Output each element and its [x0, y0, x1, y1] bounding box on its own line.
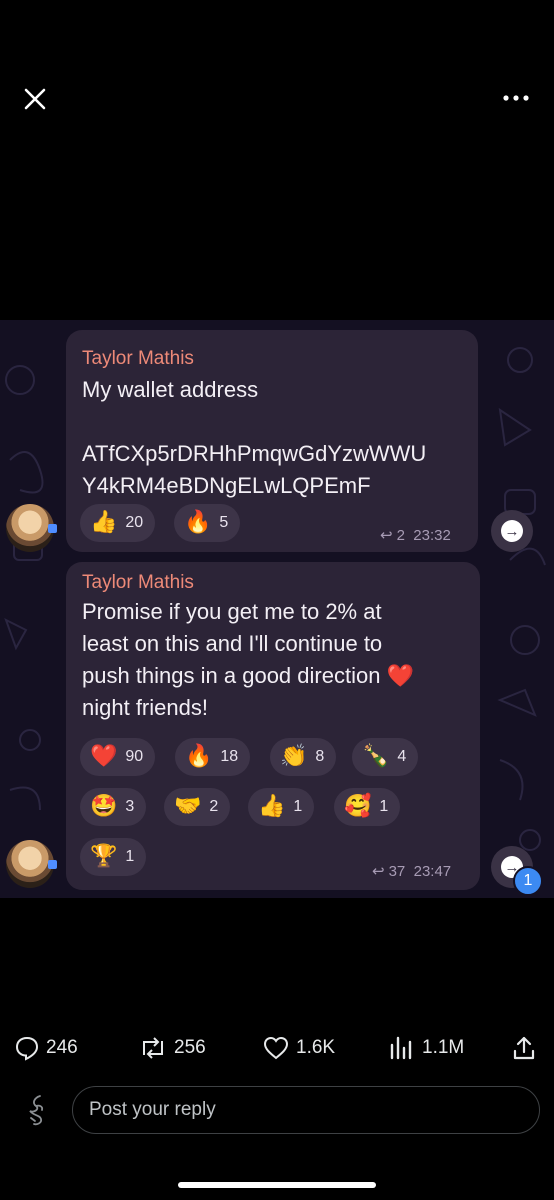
reaction-chip[interactable]: 🤩 3 [80, 788, 147, 826]
avatar[interactable] [6, 840, 54, 888]
reaction-count: 1 [293, 798, 303, 815]
handshake-icon: 🤝 [174, 794, 202, 819]
smiling-face-with-hearts-icon: 🥰 [344, 794, 372, 819]
reaction-count: 90 [125, 748, 144, 765]
message-text: My wallet address ATfCXp5rDRHhPmqwGdYzwW… [82, 377, 427, 498]
engagement-bar: 246 256 1.6K 1.1M [0, 1026, 554, 1070]
heart-icon: ❤️ [90, 744, 118, 769]
top-bar [0, 0, 554, 200]
views-button[interactable]: 1.1M [388, 1026, 464, 1070]
reaction-chip[interactable]: 🔥 5 [174, 504, 241, 542]
reply-count: 37 [388, 863, 406, 880]
reaction-chip[interactable]: 🔥 18 [175, 738, 251, 776]
profile-avatar-icon[interactable] [24, 1094, 52, 1128]
reaction-chip[interactable]: 🤝 2 [164, 788, 231, 826]
reply-arrow-icon: ↩ [372, 863, 385, 880]
forward-arrow-icon: → [501, 520, 523, 542]
thumbs-up-icon: 👍 [258, 794, 286, 819]
like-button[interactable]: 1.6K [262, 1026, 335, 1070]
reaction-count: 1 [379, 798, 389, 815]
reaction-chip[interactable]: 🏆 1 [80, 838, 147, 876]
reaction-count: 20 [125, 514, 144, 531]
reaction-count: 4 [397, 748, 407, 765]
reply-count: 2 [396, 527, 405, 544]
reply-count: 246 [46, 1037, 78, 1058]
reaction-count: 18 [220, 748, 239, 765]
reaction-chip[interactable]: ❤️ 90 [80, 738, 156, 776]
verified-badge [48, 524, 57, 533]
message-text: Promise if you get me to 2% at least on … [82, 599, 414, 720]
trophy-icon: 🏆 [90, 844, 118, 869]
verified-badge [48, 860, 57, 869]
close-button[interactable] [22, 86, 48, 112]
message-time: 23:32 [413, 527, 451, 544]
repost-button[interactable]: 256 [138, 1026, 206, 1070]
reaction-chip[interactable]: 🍾 4 [352, 738, 419, 776]
message-meta: ↩ 2 23:32 [380, 526, 451, 544]
more-horizontal-icon [503, 95, 529, 101]
repost-icon [143, 1037, 163, 1059]
reply-button[interactable]: 246 [14, 1026, 78, 1070]
thumbs-up-icon: 👍 [90, 510, 118, 535]
champagne-icon: 🍾 [362, 744, 390, 769]
comment-icon [15, 1036, 39, 1061]
reaction-chip[interactable]: 👍 20 [80, 504, 156, 542]
like-count: 1.6K [296, 1037, 336, 1058]
clapping-hands-icon: 👏 [280, 744, 308, 769]
fire-icon: 🔥 [184, 510, 212, 535]
reaction-chip[interactable]: 🥰 1 [334, 788, 401, 826]
message-bubble: Taylor Mathis Promise if you get me to 2… [66, 562, 480, 890]
analytics-icon [390, 1036, 412, 1060]
unread-badge[interactable]: 1 [513, 866, 543, 896]
heart-icon [263, 1036, 289, 1060]
share-icon [513, 1036, 535, 1060]
reaction-count: 3 [125, 798, 135, 815]
reaction-count: 5 [219, 514, 229, 531]
close-icon [24, 88, 46, 110]
reaction-count: 2 [209, 798, 219, 815]
fire-icon: 🔥 [185, 744, 213, 769]
reply-input[interactable] [72, 1086, 540, 1134]
star-struck-icon: 🤩 [90, 794, 118, 819]
message-meta: ↩ 37 23:47 [372, 862, 451, 880]
sender-name: Taylor Mathis [82, 572, 194, 593]
reaction-chip[interactable]: 👏 8 [270, 738, 337, 776]
more-options-button[interactable] [500, 86, 532, 110]
share-button[interactable] [510, 1026, 544, 1070]
sender-name: Taylor Mathis [82, 348, 194, 369]
view-count: 1.1M [422, 1037, 465, 1058]
repost-count: 256 [174, 1037, 206, 1058]
reaction-count: 8 [315, 748, 325, 765]
reaction-count: 1 [125, 848, 135, 865]
message-time: 23:47 [413, 863, 452, 880]
avatar[interactable] [6, 504, 54, 552]
message-bubble: Taylor Mathis My wallet address ATfCXp5r… [66, 330, 478, 552]
forward-button[interactable]: → [491, 510, 533, 552]
reaction-chip[interactable]: 👍 1 [248, 788, 315, 826]
reply-arrow-icon: ↩ [380, 527, 393, 544]
reply-composer [0, 1086, 554, 1136]
post-image[interactable]: Taylor Mathis My wallet address ATfCXp5r… [0, 320, 554, 898]
home-indicator [178, 1182, 376, 1188]
